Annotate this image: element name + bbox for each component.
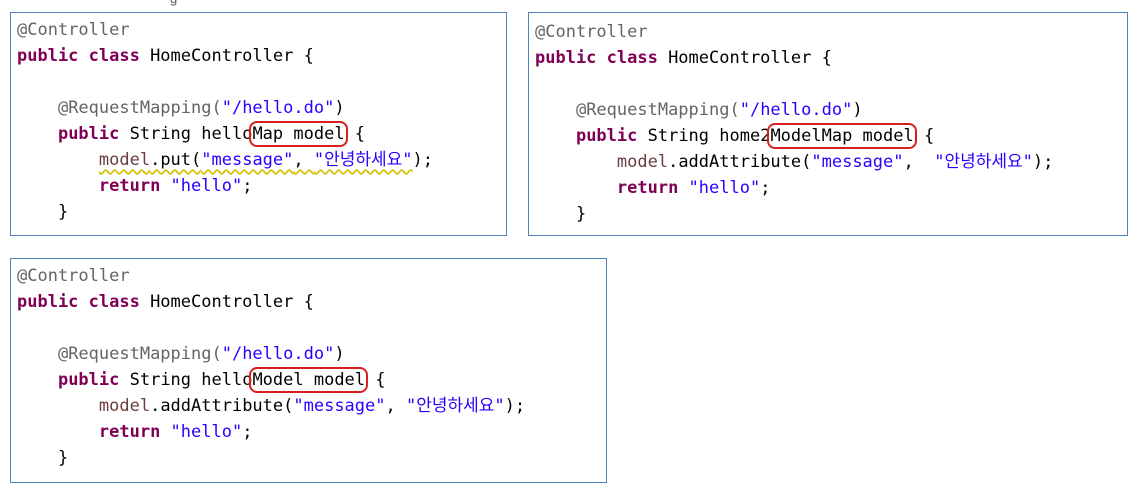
method-call-text: .addAttribute( <box>150 396 294 416</box>
annotation-text: @RequestMapping( <box>57 98 222 118</box>
annotation-text: @Controller <box>17 20 130 40</box>
class-name-text: HomeController { <box>139 46 314 66</box>
keyword-text: public class <box>535 48 658 68</box>
string-literal: "/hello.do" <box>221 98 335 118</box>
keyword-text: public <box>575 126 638 146</box>
code-line: model.addAttribute("message", "안녕하세요"); <box>17 393 525 419</box>
highlighted-parameter: Model model <box>249 367 369 393</box>
separator-text: , <box>293 150 314 170</box>
code-line: public String helloMap model { <box>17 121 433 147</box>
highlighted-parameter: Map model <box>249 121 348 147</box>
keyword-text: return <box>98 422 161 442</box>
separator-text: , <box>903 152 935 172</box>
statement-end-text: ; <box>242 422 253 442</box>
paren-text: ) <box>334 344 345 364</box>
statement-end-text: ; <box>760 178 771 198</box>
brace-text: } <box>57 202 69 222</box>
code-line: @RequestMapping("/hello.do") <box>17 341 525 367</box>
code-line: @RequestMapping("/hello.do") <box>17 95 433 121</box>
code-line: @Controller <box>535 19 1053 45</box>
code-line: public class HomeController { <box>535 45 1053 71</box>
brace-text: } <box>57 448 69 468</box>
code-line: model.put("message", "안녕하세요"); <box>17 147 433 173</box>
statement-end-text: ); <box>412 150 434 170</box>
code-line: public class HomeController { <box>17 43 433 69</box>
string-literal: "hello" <box>678 178 761 198</box>
method-call-text: .addAttribute( <box>668 152 812 172</box>
keyword-text: public class <box>17 292 140 312</box>
brace-text: } <box>575 204 587 224</box>
string-literal: "message" <box>293 396 386 416</box>
code-line: public String helloModel model { <box>17 367 525 393</box>
method-signature-text: String hello <box>119 370 253 390</box>
code-line: return "hello"; <box>535 175 1053 201</box>
code-line: public String home2ModelMap model { <box>535 123 1053 149</box>
string-literal: "message" <box>201 150 294 170</box>
brace-text: { <box>365 370 386 390</box>
statement-end-text: ); <box>504 396 526 416</box>
code-line: } <box>17 445 525 471</box>
code-line: } <box>535 201 1053 227</box>
code-panel-map: @Controller public class HomeController {… <box>10 12 507 236</box>
code-line: } <box>17 199 433 225</box>
truncated-top-text: g <box>170 0 177 6</box>
class-name-text: HomeController { <box>139 292 314 312</box>
string-literal: "hello" <box>160 176 243 196</box>
keyword-text: return <box>616 178 679 198</box>
variable-text: model <box>98 150 151 170</box>
keyword-text: public <box>57 370 120 390</box>
code-line: public class HomeController { <box>17 289 525 315</box>
code-line: return "hello"; <box>17 173 433 199</box>
string-literal: "안녕하세요" <box>934 152 1033 172</box>
code-block: @Controller public class HomeController {… <box>17 263 525 471</box>
annotation-text: @Controller <box>535 22 648 42</box>
method-call-text: .put( <box>150 150 202 170</box>
highlighted-parameter: ModelMap model <box>767 123 917 149</box>
code-line: @Controller <box>17 17 433 43</box>
string-literal: "안녕하세요" <box>313 150 413 170</box>
annotation-text: @RequestMapping( <box>575 100 740 120</box>
keyword-text: return <box>98 176 161 196</box>
method-signature-text: String home2 <box>637 126 771 146</box>
code-panel-model: @Controller public class HomeController {… <box>10 258 607 483</box>
code-line: @Controller <box>17 263 525 289</box>
string-literal: "안녕하세요" <box>405 396 505 416</box>
brace-text: { <box>913 126 935 146</box>
keyword-text: public <box>57 124 120 144</box>
statement-end-text: ); <box>1032 152 1054 172</box>
code-line: @RequestMapping("/hello.do") <box>535 97 1053 123</box>
string-literal: "/hello.do" <box>221 344 335 364</box>
paren-text: ) <box>852 100 863 120</box>
variable-text: model <box>616 152 669 172</box>
brace-text: { <box>344 124 366 144</box>
code-block: @Controller public class HomeController {… <box>535 19 1053 227</box>
class-name-text: HomeController { <box>657 48 832 68</box>
code-panel-modelmap: @Controller public class HomeController {… <box>528 12 1128 236</box>
string-literal: "hello" <box>160 422 243 442</box>
code-line: return "hello"; <box>17 419 525 445</box>
keyword-text: public class <box>17 46 140 66</box>
method-signature-text: String hello <box>119 124 253 144</box>
variable-text: model <box>98 396 151 416</box>
annotation-text: @Controller <box>17 266 130 286</box>
paren-text: ) <box>334 98 345 118</box>
code-line: model.addAttribute("message", "안녕하세요"); <box>535 149 1053 175</box>
annotation-text: @RequestMapping( <box>57 344 222 364</box>
string-literal: "/hello.do" <box>739 100 853 120</box>
statement-end-text: ; <box>242 176 253 196</box>
string-literal: "message" <box>811 152 904 172</box>
separator-text: , <box>385 396 406 416</box>
code-block: @Controller public class HomeController {… <box>17 17 433 225</box>
